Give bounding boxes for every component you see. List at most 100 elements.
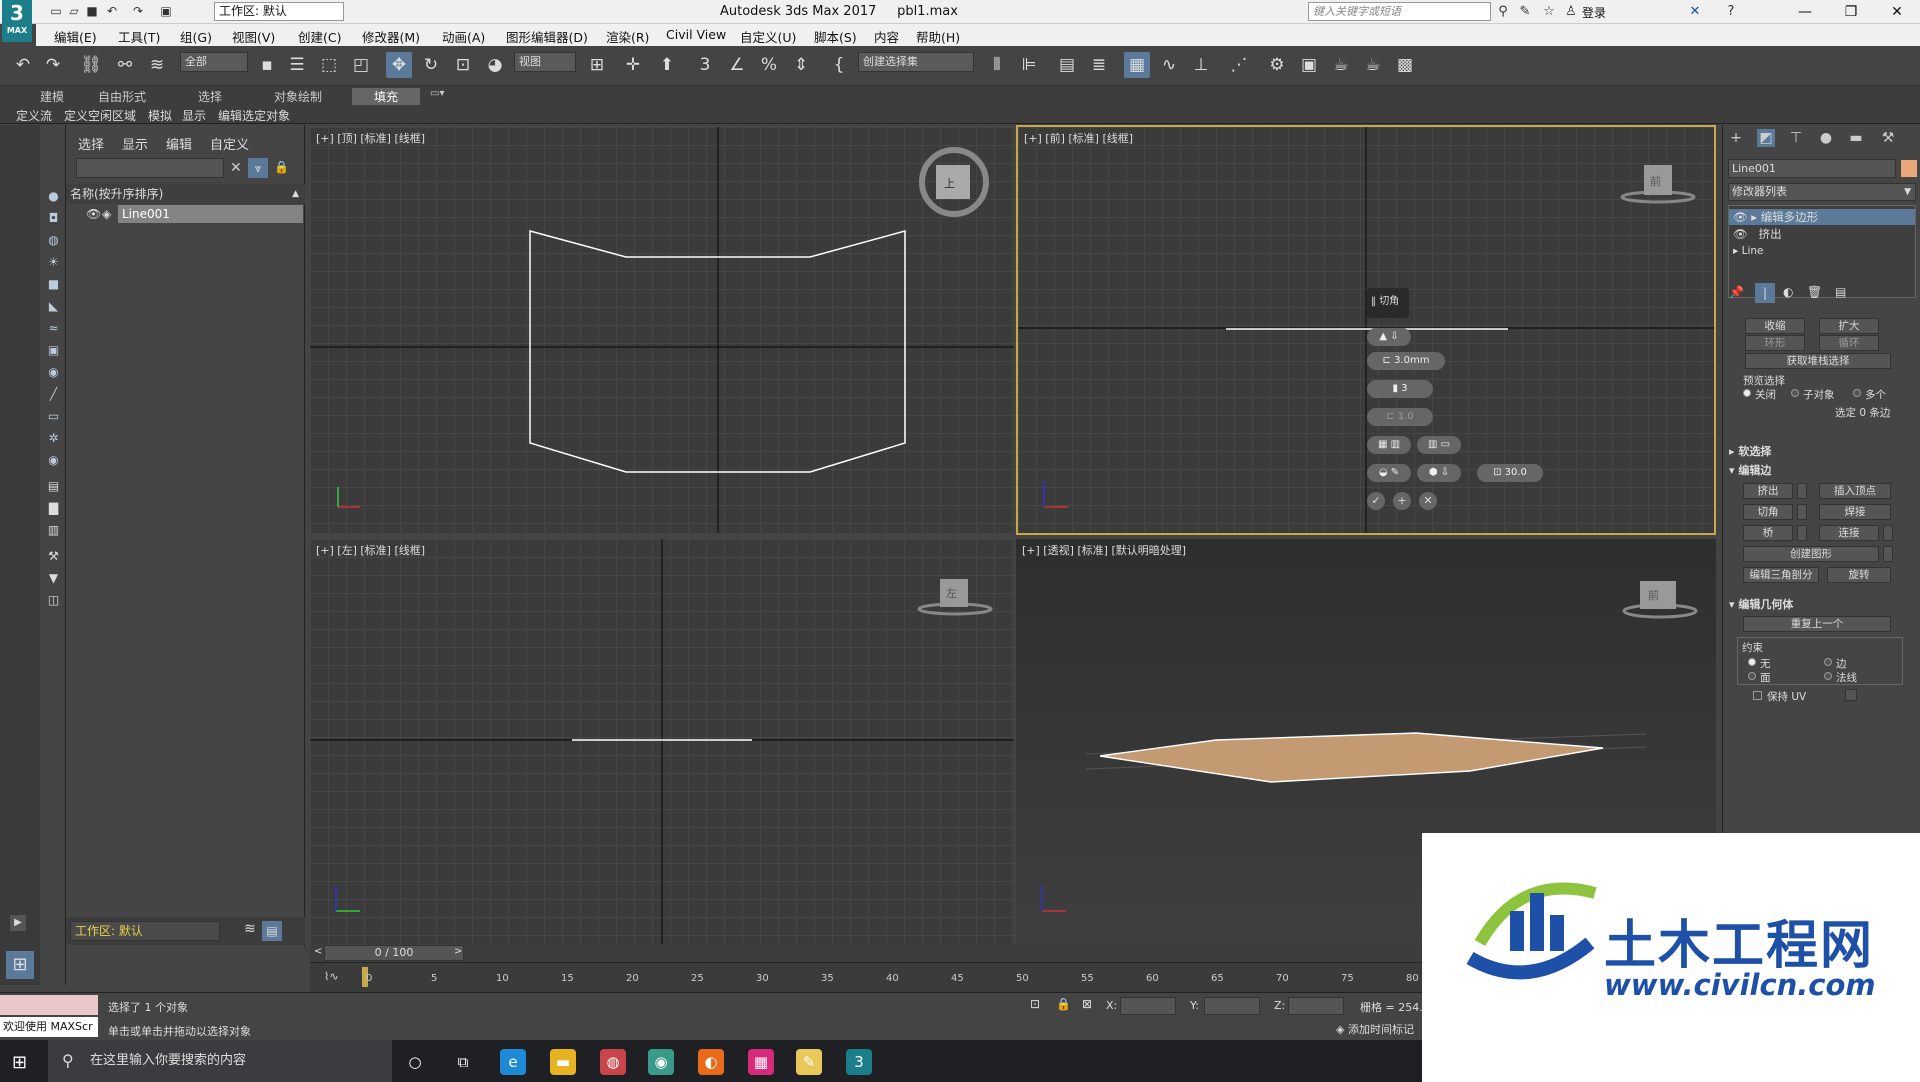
- login-link[interactable]: 登录: [1582, 4, 1606, 21]
- box-icon[interactable]: ▇: [46, 501, 61, 516]
- cancel-icon[interactable]: ✕: [1419, 492, 1437, 510]
- rect-selection-icon[interactable]: ⬚: [316, 52, 342, 78]
- bridge-settings[interactable]: [1797, 525, 1807, 541]
- display-none-icon[interactable]: ●: [46, 189, 61, 204]
- stack-item-line[interactable]: ▸ Line: [1729, 243, 1915, 259]
- percent-snap-icon[interactable]: %: [756, 52, 782, 78]
- chamfer-tension-field[interactable]: ⊏ 1.0: [1367, 408, 1433, 426]
- connect-settings[interactable]: [1883, 525, 1893, 541]
- tab-object-paint[interactable]: 对象绘制: [274, 88, 322, 105]
- scene-tab-select[interactable]: 选择: [78, 134, 104, 153]
- 3dsmax-taskbar-icon[interactable]: 3: [846, 1049, 872, 1075]
- layers-stack-icon[interactable]: ≋: [244, 921, 256, 937]
- edge-chamfer-settings[interactable]: [1797, 504, 1807, 520]
- chamfer-invert-toggle[interactable]: ▥ ▭: [1417, 436, 1461, 454]
- time-slider[interactable]: 0 / 100: [324, 945, 464, 961]
- containers-filter-icon[interactable]: ▭: [46, 409, 61, 424]
- brush-icon[interactable]: ⚒: [46, 549, 61, 564]
- scene-item-line001[interactable]: Line001: [118, 205, 303, 223]
- ring-button[interactable]: 环形: [1745, 335, 1805, 351]
- firefox-icon[interactable]: ◐: [698, 1049, 724, 1075]
- z-coordinate-field[interactable]: [1288, 997, 1344, 1015]
- windows-start-icon[interactable]: ⊞: [12, 1052, 27, 1073]
- curve-icon[interactable]: ⌇∿: [324, 970, 339, 983]
- selection-lock-icon[interactable]: 🔒: [1056, 997, 1071, 1011]
- visibility-eye-icon[interactable]: 👁: [86, 205, 101, 223]
- redo-icon[interactable]: ↷: [40, 52, 66, 78]
- named-selection-dropdown[interactable]: 创建选择集: [858, 52, 974, 72]
- viewport-front-label[interactable]: [+] [前] [标准] [线框]: [1024, 130, 1133, 146]
- soft-selection-rollout[interactable]: ▸ 软选择: [1729, 443, 1771, 459]
- chamfer-angle-field[interactable]: ⊡ 30.0: [1477, 464, 1543, 482]
- pin-stack-icon[interactable]: 📌: [1729, 285, 1744, 299]
- cortana-icon[interactable]: ○: [402, 1049, 428, 1075]
- menu-animation[interactable]: 动画(A): [442, 27, 485, 46]
- ok-icon[interactable]: ✓: [1367, 492, 1385, 510]
- preserve-uv-checkbox[interactable]: [1753, 691, 1762, 700]
- define-idle-areas-button[interactable]: 定义空闲区域: [64, 107, 136, 124]
- place-icon[interactable]: ◕: [482, 52, 508, 78]
- weld-button[interactable]: 焊接: [1819, 504, 1891, 520]
- maximize-button[interactable]: ❐: [1828, 0, 1874, 24]
- chamfer-quad-toggle[interactable]: ▦ ▥: [1367, 436, 1411, 454]
- next-frame-icon[interactable]: >: [454, 946, 462, 957]
- rendered-frame-icon[interactable]: ▣: [1296, 52, 1322, 78]
- apply-icon[interactable]: +: [1393, 492, 1411, 510]
- viewport-top[interactable]: 上 [+] [顶] [标准] [线框]: [310, 127, 1014, 533]
- chamfer-smooth-type-button[interactable]: ⬢ ⇩: [1417, 464, 1461, 482]
- trackbar[interactable]: ⌇∿ 0 5 10 15 20 25 30 35 40 45 50 55 60 65 70 75 80: [310, 962, 1422, 992]
- edge-extrude-settings[interactable]: [1797, 483, 1807, 499]
- schematic-view-icon[interactable]: ⊥: [1188, 52, 1214, 78]
- taskbar-search[interactable]: ⚲ 在这里输入你要搜索的内容: [48, 1040, 392, 1082]
- stack-item-edit-poly[interactable]: 👁 ▸ 编辑多边形: [1729, 209, 1915, 225]
- app-icon-2[interactable]: ◍: [600, 1049, 626, 1075]
- preserve-uv-settings[interactable]: [1845, 689, 1857, 701]
- viewport-front[interactable]: 前 [+] [前] [标准] [线框]: [1016, 125, 1716, 535]
- motion-tab-icon[interactable]: ●: [1817, 129, 1835, 147]
- edit-named-selection-icon[interactable]: {: [826, 52, 852, 78]
- remove-modifier-icon[interactable]: 🗑: [1807, 285, 1822, 299]
- edit-selected-button[interactable]: 编辑选定对象: [218, 107, 290, 124]
- rotate-icon[interactable]: ↻: [418, 52, 444, 78]
- menu-tools[interactable]: 工具(T): [118, 27, 160, 46]
- scene-workspace-dropdown[interactable]: 工作区: 默认: [70, 921, 220, 941]
- stack-item-extrude[interactable]: 👁 挤出: [1729, 226, 1915, 242]
- menu-edit[interactable]: 编辑(E): [54, 27, 97, 46]
- curve-editor-icon[interactable]: ∿: [1156, 52, 1182, 78]
- particles-filter-icon[interactable]: ✲: [46, 431, 61, 446]
- cameras-filter-icon[interactable]: ■: [46, 277, 61, 292]
- spinner-snap-icon[interactable]: ⇕: [788, 52, 814, 78]
- menu-rendering[interactable]: 渲染(R): [606, 27, 649, 46]
- shapes-filter-icon[interactable]: ◍: [46, 233, 61, 248]
- render-iterative-icon[interactable]: ☕: [1360, 52, 1386, 78]
- material-editor-icon[interactable]: ⋰: [1226, 52, 1252, 78]
- edit-edges-rollout[interactable]: ▾ 编辑边: [1729, 462, 1771, 478]
- create-tab-icon[interactable]: +: [1727, 129, 1745, 147]
- list-icon[interactable]: ▤: [46, 479, 61, 494]
- constraint-none-radio[interactable]: [1748, 658, 1756, 666]
- menu-content[interactable]: 内容: [874, 27, 899, 46]
- scene-tab-edit[interactable]: 编辑: [166, 134, 192, 153]
- modifier-list-dropdown[interactable]: 修改器列表 ▼: [1728, 183, 1916, 201]
- funnel-icon[interactable]: ▼: [46, 571, 61, 586]
- selection-filter-dropdown[interactable]: 全部: [180, 52, 248, 72]
- display-button[interactable]: 显示: [182, 107, 206, 124]
- x-coordinate-field[interactable]: [1120, 997, 1176, 1015]
- save-icon[interactable]: ■: [84, 3, 100, 19]
- project-icon[interactable]: ▣: [158, 3, 174, 19]
- add-time-tag-button[interactable]: ◈ 添加时间标记: [1336, 1021, 1414, 1037]
- expand-arrow-icon[interactable]: ▶: [10, 915, 26, 931]
- prev-frame-icon[interactable]: <: [314, 946, 322, 957]
- file-explorer-icon[interactable]: ▬: [550, 1049, 576, 1075]
- layers-icon[interactable]: ≣: [1086, 52, 1112, 78]
- show-end-result-icon[interactable]: |: [1755, 283, 1775, 303]
- edge-chamfer-button[interactable]: 切角: [1743, 504, 1793, 520]
- menu-scripting[interactable]: 脚本(S): [814, 27, 857, 46]
- user-icon[interactable]: ♙: [1562, 3, 1580, 21]
- minimize-button[interactable]: —: [1782, 0, 1828, 24]
- modify-tab-icon[interactable]: ◩: [1757, 129, 1775, 147]
- align-icon[interactable]: ⊫: [1016, 52, 1042, 78]
- listener-welcome[interactable]: 欢迎使用 MAXScr: [0, 1017, 98, 1037]
- menu-help[interactable]: 帮助(H): [916, 27, 960, 46]
- preview-off-radio[interactable]: [1743, 389, 1751, 397]
